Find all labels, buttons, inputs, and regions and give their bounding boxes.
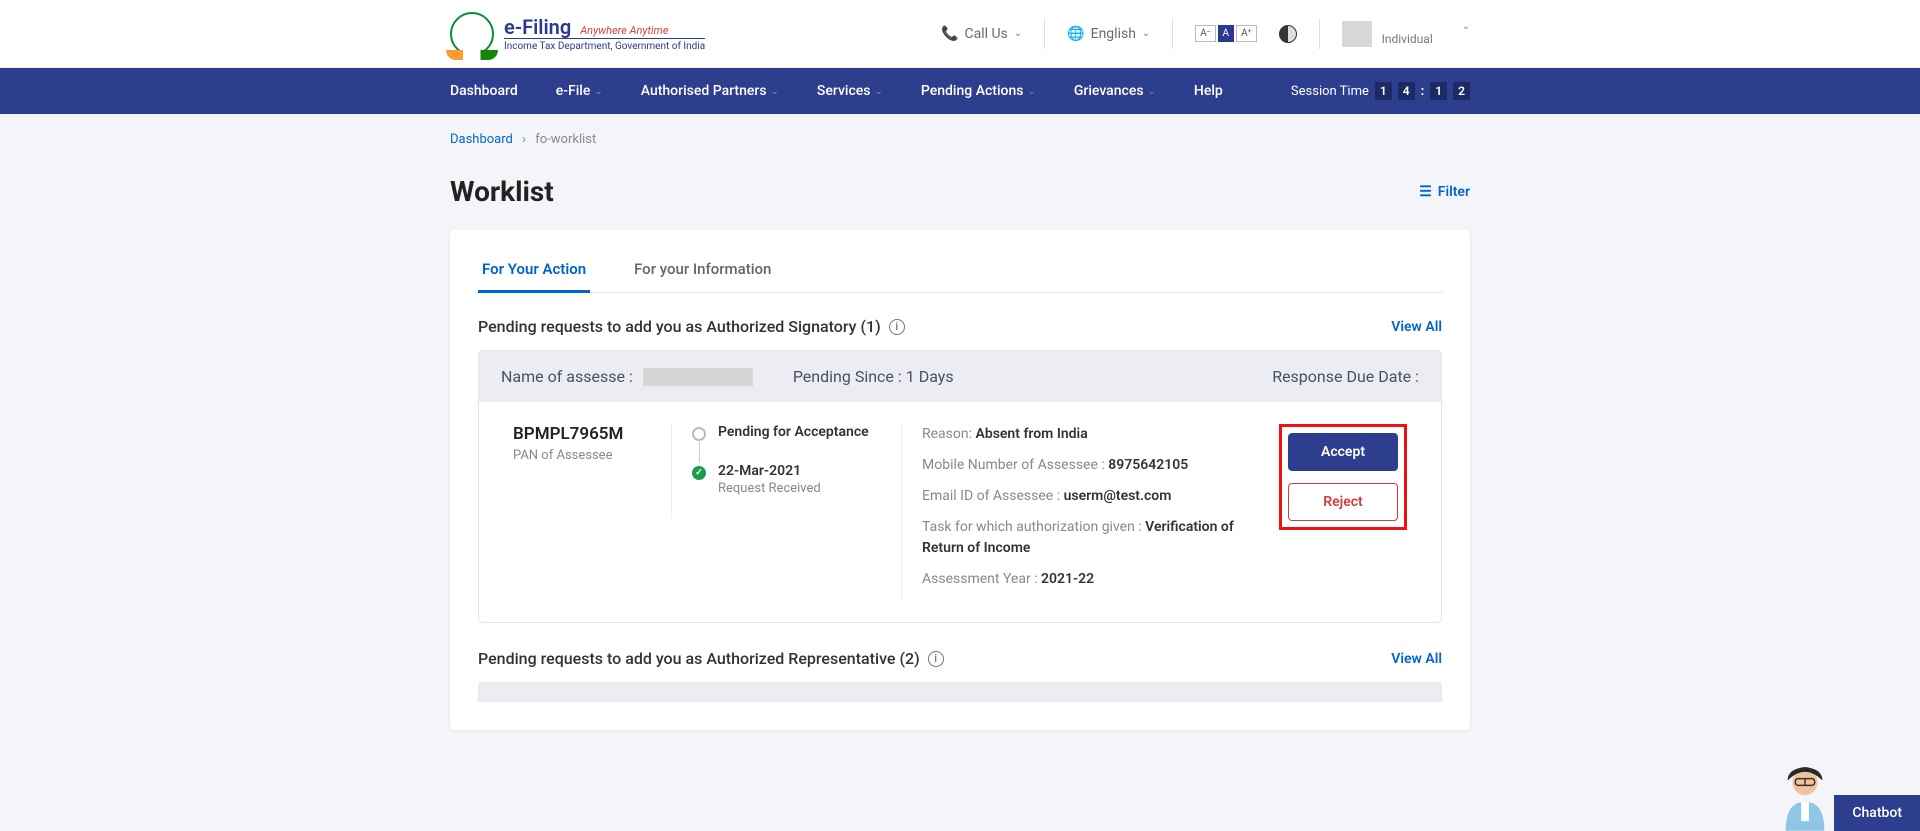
detail-assessment-year: Assessment Year : 2021-22 [922, 569, 1247, 590]
contrast-icon [1279, 25, 1297, 43]
main-nav: Dashboard e-File⌄ Authorised Partners⌄ S… [0, 68, 1920, 114]
session-timer: Session Time 1 4 : 1 2 [1291, 82, 1470, 100]
phone-icon: 📞 [941, 26, 958, 42]
call-us-dropdown[interactable]: 📞 Call Us ⌄ [941, 26, 1022, 42]
nav-dashboard[interactable]: Dashboard [450, 83, 518, 99]
response-due-date: Response Due Date : [1272, 367, 1419, 386]
font-decrease-button[interactable]: A⁻ [1195, 25, 1215, 42]
request-box: Name of assesse : Pending Since : 1 Days… [478, 350, 1442, 623]
chevron-down-icon: ⌄ [1027, 86, 1035, 97]
font-size-group: A⁻ A A⁺ [1195, 25, 1256, 42]
assesse-name-redacted [643, 368, 753, 386]
chevron-down-icon: ⌄ [1142, 28, 1150, 39]
avatar-icon [1342, 21, 1372, 47]
user-menu[interactable]: ⌄ Individual [1342, 21, 1470, 47]
timeline-dot-done-icon [692, 466, 706, 480]
nav-grievances[interactable]: Grievances⌄ [1074, 83, 1156, 99]
chevron-down-icon: ⌄ [594, 86, 602, 97]
chevron-down-icon: ⌄ [875, 86, 883, 97]
pan-value: BPMPL7965M [513, 424, 649, 444]
view-all-link[interactable]: View All [1391, 651, 1442, 667]
breadcrumb-current: fo-worklist [535, 132, 596, 147]
filter-button[interactable]: ☰ Filter [1419, 184, 1470, 200]
breadcrumb: Dashboard › fo-worklist [450, 132, 1470, 147]
font-normal-button[interactable]: A [1218, 25, 1235, 42]
chatbot-avatar-icon [1776, 761, 1834, 831]
page-title: Worklist [450, 175, 554, 208]
action-highlight-box: Accept Reject [1279, 424, 1407, 530]
assesse-label: Name of assesse : [501, 367, 633, 386]
separator [1319, 19, 1320, 49]
chevron-down-icon: ⌄ [771, 86, 779, 97]
language-dropdown[interactable]: 🌐 English ⌄ [1067, 26, 1150, 42]
chevron-down-icon: ⌄ [1148, 86, 1156, 97]
timeline-pending-title: Pending for Acceptance [718, 424, 869, 440]
font-increase-button[interactable]: A⁺ [1236, 25, 1257, 42]
info-icon[interactable]: i [928, 651, 944, 667]
tabs: For Your Action For your Information [478, 250, 1442, 293]
worklist-card: For Your Action For your Information Pen… [450, 230, 1470, 730]
detail-mobile: Mobile Number of Assessee : 8975642105 [922, 455, 1247, 476]
chevron-down-icon: ⌄ [1014, 28, 1022, 39]
contrast-toggle[interactable] [1279, 25, 1297, 43]
nav-help[interactable]: Help [1194, 83, 1223, 99]
detail-task: Task for which authorization given : Ver… [922, 517, 1247, 559]
section-title-representative: Pending requests to add you as Authorize… [478, 649, 944, 668]
user-type: Individual [1382, 32, 1470, 46]
accept-button[interactable]: Accept [1288, 433, 1398, 471]
separator [1172, 19, 1173, 49]
timeline-received-date: 22-Mar-2021 [718, 463, 821, 479]
top-header: e-Filing Anywhere Anytime Income Tax Dep… [0, 0, 1920, 68]
logo-title: e-Filing Anywhere Anytime [504, 16, 705, 38]
breadcrumb-root[interactable]: Dashboard [450, 132, 513, 147]
request-header: Name of assesse : Pending Since : 1 Days… [479, 351, 1441, 402]
detail-reason: Reason: Absent from India [922, 424, 1247, 445]
view-all-link[interactable]: View All [1391, 319, 1442, 335]
nav-pending-actions[interactable]: Pending Actions⌄ [921, 83, 1036, 99]
nav-services[interactable]: Services⌄ [817, 83, 883, 99]
timeline-received-label: Request Received [718, 481, 821, 496]
detail-email: Email ID of Assessee : userm@test.com [922, 486, 1247, 507]
logo[interactable]: e-Filing Anywhere Anytime Income Tax Dep… [450, 12, 705, 56]
filter-icon: ☰ [1419, 184, 1432, 200]
pan-label: PAN of Assessee [513, 448, 649, 463]
timeline-dot-pending-icon [692, 427, 706, 441]
separator [1044, 19, 1045, 49]
emblem-icon [450, 12, 494, 56]
tab-for-your-action[interactable]: For Your Action [478, 250, 590, 292]
pending-since: Pending Since : 1 Days [793, 367, 954, 386]
chatbot-fab[interactable]: Chatbot [1776, 761, 1920, 831]
nav-efile[interactable]: e-File⌄ [556, 83, 603, 99]
logo-subtitle: Income Tax Department, Government of Ind… [504, 38, 705, 52]
reject-button[interactable]: Reject [1288, 483, 1398, 521]
tab-for-your-information[interactable]: For your Information [630, 250, 775, 292]
chatbot-label[interactable]: Chatbot [1834, 795, 1920, 831]
request-box-collapsed [478, 682, 1442, 702]
nav-authorised-partners[interactable]: Authorised Partners⌄ [641, 83, 779, 99]
chevron-down-icon: ⌄ [1462, 21, 1470, 32]
globe-icon: 🌐 [1067, 26, 1084, 42]
section-title-signatory: Pending requests to add you as Authorize… [478, 317, 905, 336]
info-icon[interactable]: i [889, 319, 905, 335]
